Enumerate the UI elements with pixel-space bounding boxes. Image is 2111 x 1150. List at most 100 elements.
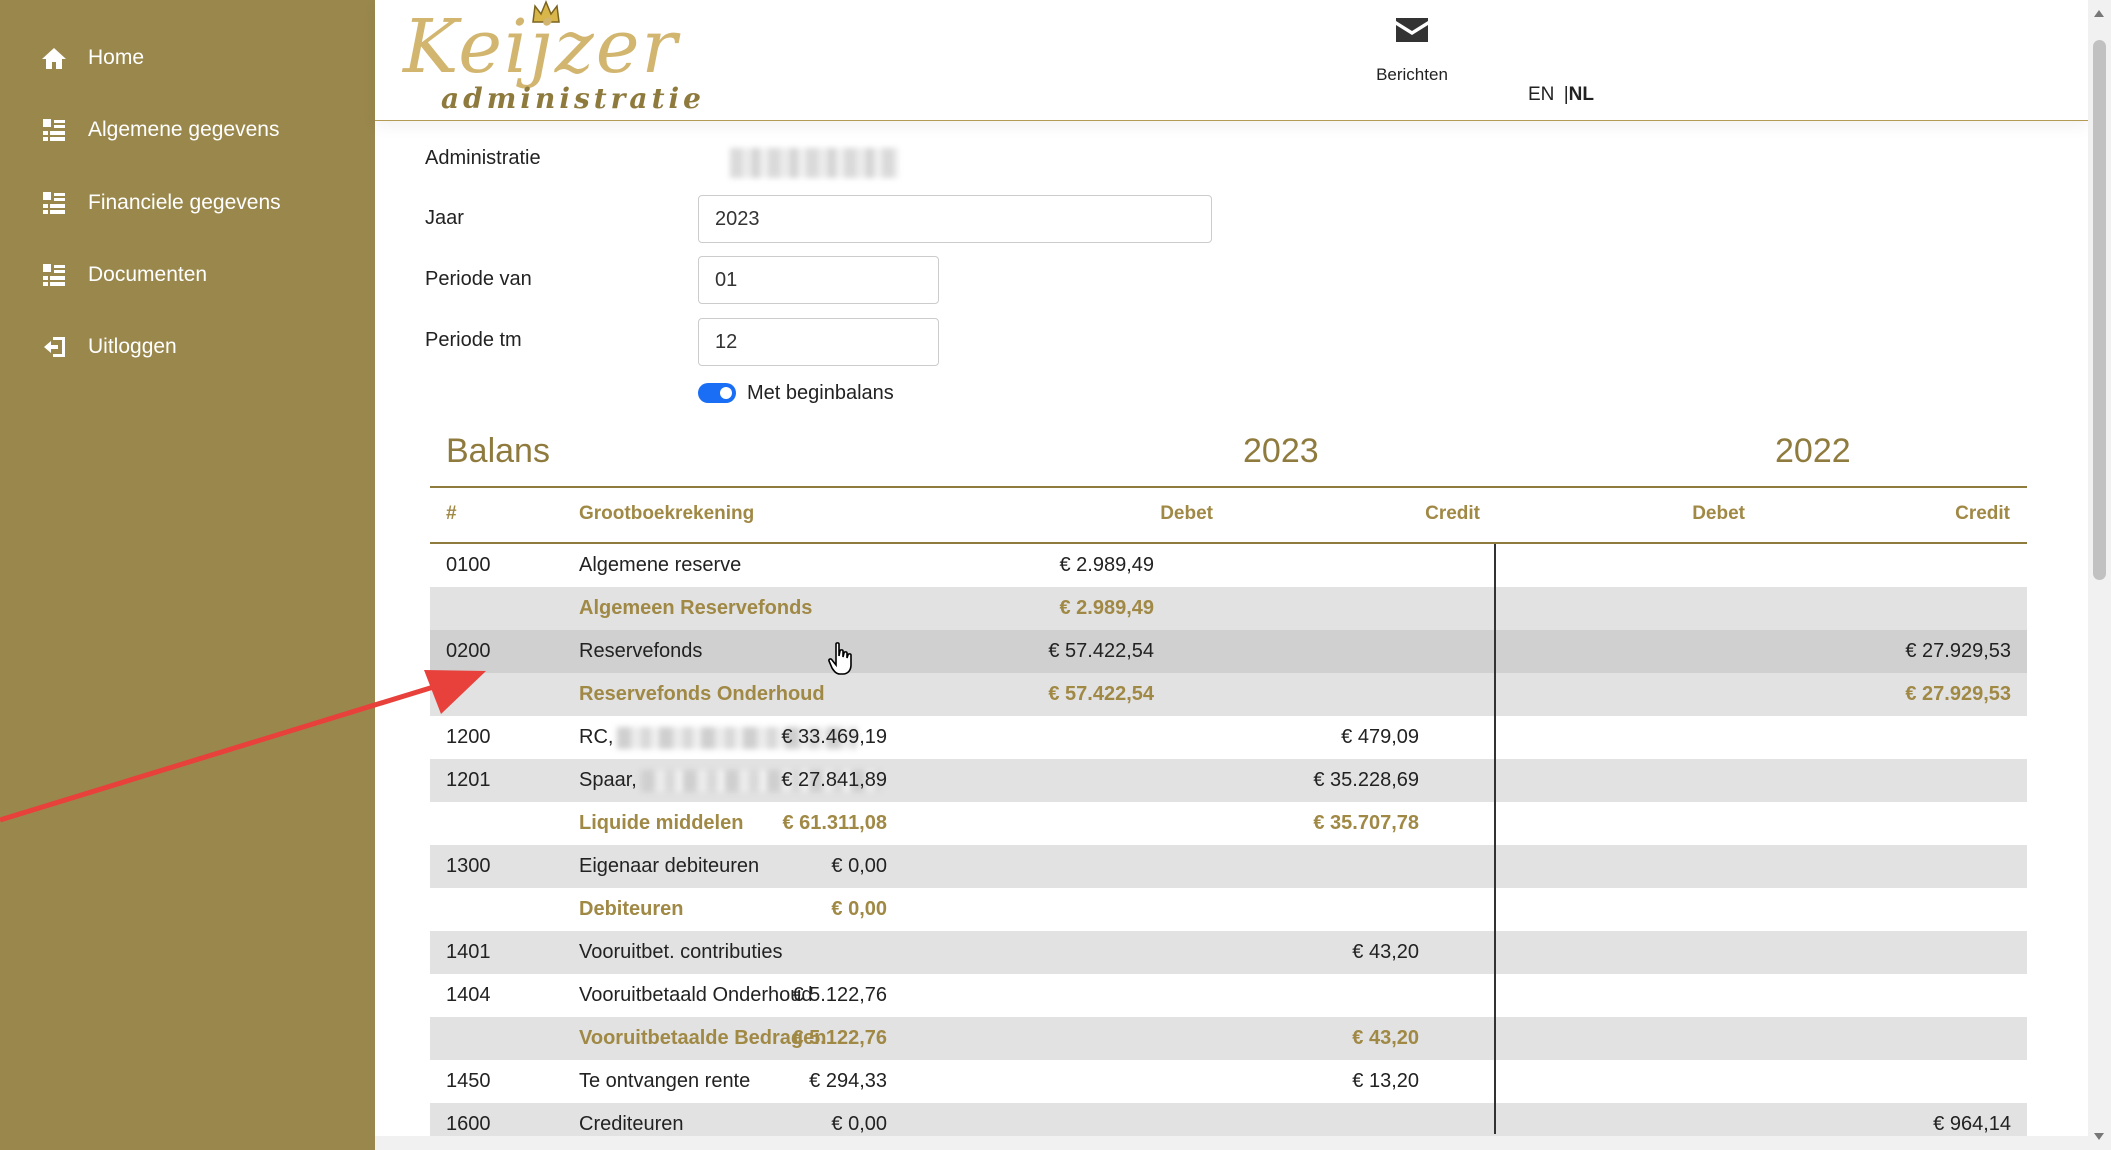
scroll-thumb[interactable] <box>2093 40 2106 580</box>
sidebar-item-documenten[interactable]: Documenten <box>40 255 207 295</box>
row-debet-2023: € 5.122,76 <box>792 1027 887 1049</box>
row-account: Vooruitbetaalde Bedragen <box>579 1027 827 1049</box>
row-account: Algemene reserve <box>579 554 742 576</box>
lang-en-link[interactable]: EN <box>1528 84 1554 105</box>
year-current-heading: 2023 <box>1243 432 1319 470</box>
sidebar-item-algemene-gegevens[interactable]: Algemene gegevens <box>40 110 279 150</box>
vertical-scrollbar[interactable] <box>2088 0 2111 1150</box>
column-header-debet-2023: Debet <box>1160 503 1213 524</box>
table-row[interactable]: 1600 Crediteuren € 0,00 € 964,14 <box>430 1103 2027 1136</box>
scroll-down-arrow-icon[interactable] <box>2094 1133 2104 1140</box>
list-icon <box>40 116 68 144</box>
messages-button[interactable]: Berichten <box>1327 18 1497 85</box>
logout-icon <box>40 333 68 361</box>
row-account: Debiteuren <box>579 898 684 920</box>
table-row[interactable]: 0100 Algemene reserve € 2.989,49 <box>430 544 2027 587</box>
periode-van-label: Periode van <box>425 268 532 290</box>
table-row[interactable]: 1450 Te ontvangen rente € 294,33 € 13,20 <box>430 1060 2027 1103</box>
sidebar: Home Algemene gegevens Financiele gegeve… <box>0 0 375 1150</box>
language-switch: EN |NL <box>1528 84 1594 106</box>
sidebar-item-financiele-gegevens[interactable]: Financiele gegevens <box>40 183 281 223</box>
jaar-input[interactable] <box>698 195 1212 243</box>
scroll-up-arrow-icon[interactable] <box>2094 10 2104 17</box>
table-row[interactable]: 1404 Vooruitbetaald Onderhoud € 5.122,76 <box>430 974 2027 1017</box>
table-row[interactable]: 1401 Vooruitbet. contributies € 43,20 <box>430 931 2027 974</box>
row-account: Eigenaar debiteuren <box>579 855 760 877</box>
row-debet-2022: € 479,09 <box>1341 726 1419 748</box>
year-previous-heading: 2022 <box>1775 432 1851 470</box>
table-row[interactable]: 1201 Spaar, € 27.841,89 € 35.228,69 <box>430 759 2027 802</box>
row-credit-2022: € 964,14 <box>1933 1113 2011 1135</box>
sidebar-item-label: Financiele gegevens <box>88 191 281 214</box>
row-credit-2023: € 57.422,54 <box>1048 683 1154 705</box>
row-debet-2022: € 43,20 <box>1352 941 1419 963</box>
column-header-account: Grootboekrekening <box>579 503 755 524</box>
row-account: Vooruitbetaald Onderhoud <box>579 984 813 1006</box>
row-num: 1300 <box>446 855 491 877</box>
row-account: Vooruitbet. contributies <box>579 941 783 963</box>
column-header-credit-2022: Credit <box>1955 503 2010 524</box>
sidebar-item-label: Home <box>88 46 145 69</box>
row-debet-2023: € 27.841,89 <box>781 769 887 791</box>
row-credit-2023: € 57.422,54 <box>1048 640 1154 662</box>
row-account: Liquide middelen <box>579 812 744 834</box>
row-num: 0100 <box>446 554 491 576</box>
row-credit-2022: € 27.929,53 <box>1905 683 2011 705</box>
row-account: Reservefonds Onderhoud <box>579 683 825 705</box>
jaar-label: Jaar <box>425 207 464 229</box>
row-debet-2023: € 5.122,76 <box>792 984 887 1006</box>
horizontal-scrollbar[interactable] <box>375 1136 2088 1150</box>
row-credit-2023: € 2.989,49 <box>1059 597 1154 619</box>
row-debet-2022: € 35.707,78 <box>1313 812 1419 834</box>
table-row-subtotal[interactable]: Liquide middelen € 61.311,08 € 35.707,78 <box>430 802 2027 845</box>
balans-title: Balans <box>446 432 550 470</box>
row-credit-2023: € 2.989,49 <box>1059 554 1154 576</box>
sidebar-item-label: Uitloggen <box>88 335 177 358</box>
row-debet-2023: € 33.469,19 <box>781 726 887 748</box>
table-row-subtotal[interactable]: Debiteuren € 0,00 <box>430 888 2027 931</box>
top-header: Keijzer administratie Berichten EN |NL <box>375 0 2088 121</box>
beginbalans-toggle[interactable] <box>698 383 736 403</box>
row-credit-2022: € 27.929,53 <box>1905 640 2011 662</box>
lang-nl-link[interactable]: NL <box>1569 84 1594 105</box>
annotation-arrow <box>0 670 486 823</box>
row-num: 1450 <box>446 1070 491 1092</box>
row-num: 1600 <box>446 1113 491 1135</box>
logo-subtext: administratie <box>441 82 705 115</box>
sidebar-item-label: Algemene gegevens <box>88 118 280 141</box>
administratie-label: Administratie <box>425 147 541 169</box>
list-icon <box>40 261 68 289</box>
row-debet-2023: € 61.311,08 <box>782 812 887 834</box>
column-header-credit-2023: Credit <box>1425 503 1480 524</box>
table-row[interactable]: 1300 Eigenaar debiteuren € 0,00 <box>430 845 2027 888</box>
table-row[interactable]: 1200 RC, € 33.469,19 € 479,09 <box>430 716 2027 759</box>
row-account: Te ontvangen rente <box>579 1070 751 1092</box>
table-top-line <box>430 486 2027 488</box>
row-debet-2023: € 0,00 <box>831 898 887 920</box>
logo[interactable]: Keijzer administratie <box>403 0 701 118</box>
periode-van-input[interactable] <box>698 256 939 304</box>
table-row[interactable]: 0200 Reservefonds € 57.422,54 € 27.929,5… <box>430 630 2027 673</box>
sidebar-item-label: Documenten <box>88 263 208 286</box>
table-row-subtotal[interactable]: Reservefonds Onderhoud € 57.422,54 € 27.… <box>430 673 2027 716</box>
table-row-subtotal[interactable]: Vooruitbetaalde Bedragen € 5.122,76 € 43… <box>430 1017 2027 1060</box>
home-icon <box>40 44 68 72</box>
messages-label: Berichten <box>1376 65 1448 84</box>
column-header-debet-2022: Debet <box>1692 503 1745 524</box>
sidebar-item-uitloggen[interactable]: Uitloggen <box>40 327 177 367</box>
row-debet-2023: € 0,00 <box>831 1113 887 1135</box>
table-row-subtotal[interactable]: Algemeen Reservefonds € 2.989,49 <box>430 587 2027 630</box>
envelope-icon <box>1396 18 1428 42</box>
row-num: 1404 <box>446 984 491 1006</box>
row-account: Algemeen Reservefonds <box>579 597 813 619</box>
row-debet-2023: € 0,00 <box>831 855 887 877</box>
row-debet-2022: € 35.228,69 <box>1313 769 1419 791</box>
sidebar-item-home[interactable]: Home <box>40 38 144 78</box>
year-column-divider <box>1494 544 1496 1134</box>
row-debet-2022: € 43,20 <box>1352 1027 1419 1049</box>
row-num: 1401 <box>446 941 491 963</box>
periode-tm-label: Periode tm <box>425 329 522 351</box>
hand-cursor-icon <box>828 642 852 675</box>
periode-tm-input[interactable] <box>698 318 939 366</box>
administratie-value-redacted <box>730 148 898 178</box>
